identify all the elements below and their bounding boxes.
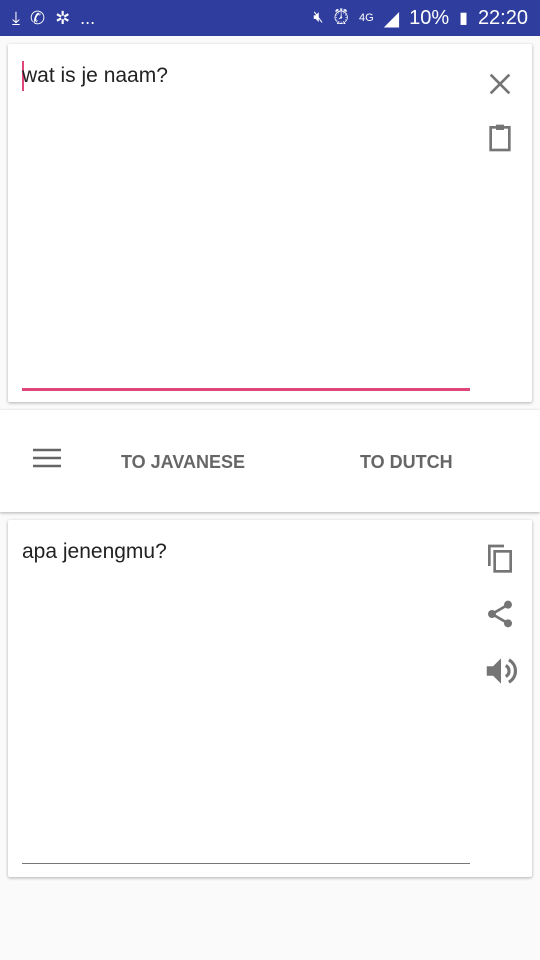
copy-icon[interactable] <box>484 542 516 574</box>
source-text-input[interactable]: wat is je naam? <box>22 64 168 88</box>
output-underline <box>22 863 470 864</box>
action-bar: TO JAVANESE TO DUTCH <box>0 410 540 512</box>
output-card: apa jenengmu? <box>8 520 532 877</box>
aperture-icon: ✲ <box>55 7 71 28</box>
share-icon[interactable] <box>484 598 516 630</box>
paste-icon[interactable] <box>484 122 516 154</box>
speaker-icon[interactable] <box>482 652 520 690</box>
whatsapp-icon: ✆ <box>29 7 46 28</box>
to-javanese-button[interactable]: TO JAVANESE <box>121 452 245 473</box>
menu-icon[interactable] <box>33 448 61 473</box>
more-notifications: ... <box>80 7 96 28</box>
clear-icon[interactable] <box>484 68 516 100</box>
signal-icon: ◢ <box>383 7 400 30</box>
battery-charging-icon: ▮ <box>459 10 468 27</box>
input-card: wat is je naam? <box>8 44 532 402</box>
clock: 22:20 <box>477 6 528 29</box>
signal-4g-icon: 4G <box>359 12 374 24</box>
to-dutch-button[interactable]: TO DUTCH <box>360 452 453 473</box>
download-icon: ⤓ <box>12 7 20 28</box>
status-bar: ⤓ ✆ ✲ ... 🔇︎ ⏰︎ 4G ◢ 10% ▮ 22:20 <box>0 0 540 36</box>
battery-percent: 10% <box>409 6 450 29</box>
mute-icon: 🔇︎ <box>313 9 324 26</box>
alarm-icon: ⏰︎ <box>333 6 350 29</box>
translated-text: apa jenengmu? <box>22 540 167 563</box>
input-underline <box>22 388 470 391</box>
